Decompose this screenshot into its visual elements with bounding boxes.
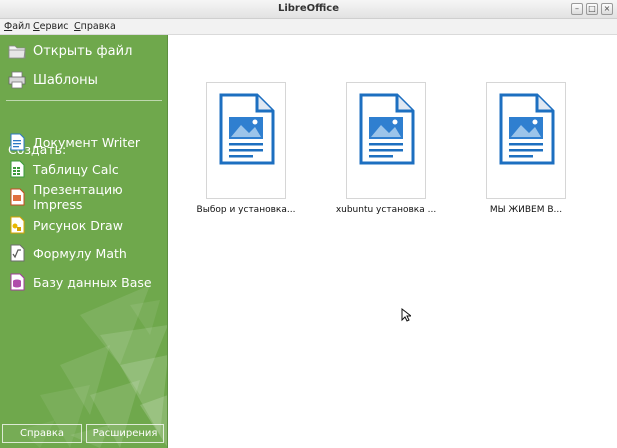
window-controls: – □ ×: [571, 3, 613, 15]
templates-button[interactable]: Шаблоны: [8, 70, 98, 90]
open-file-label: Открыть файл: [33, 43, 133, 59]
extensions-button[interactable]: Расширения: [86, 424, 164, 443]
create-math-label: Формулу Math: [33, 245, 127, 261]
maximize-button[interactable]: □: [586, 3, 598, 15]
recent-document-label: xubuntu установка ...: [335, 205, 437, 215]
recent-document-label: МЫ ЖИВЕМ В...: [489, 205, 563, 215]
sidebar-decoration: [20, 285, 168, 448]
document-thumbnail: [346, 82, 426, 199]
start-center-sidebar: Открыть файл Шаблоны Создать: Документ W…: [0, 35, 168, 448]
window-title: LibreOffice: [277, 3, 340, 14]
recent-document-tile[interactable]: [206, 82, 286, 199]
writer-document-icon: [359, 93, 415, 165]
create-writer-label: Документ Writer: [33, 134, 141, 150]
minimize-button[interactable]: –: [571, 3, 583, 15]
writer-document-icon: [499, 93, 555, 165]
recent-document-label: Выбор и установка...: [196, 205, 296, 215]
create-impress-label: Презентацию Impress: [33, 182, 123, 212]
title-bar: LibreOffice – □ ×: [0, 0, 617, 19]
close-button[interactable]: ×: [601, 3, 613, 15]
recent-document-tile[interactable]: [486, 82, 566, 199]
create-draw-label: Рисунок Draw: [33, 217, 123, 233]
sidebar-divider: [6, 100, 162, 101]
menu-bar: Файл Сервис Справка: [0, 19, 617, 35]
recent-documents-area: Выбор и установка... xubuntu установка .…: [168, 35, 617, 448]
base-icon: [10, 273, 25, 291]
templates-icon: [8, 71, 26, 89]
create-calc-button[interactable]: Таблицу Calc: [8, 159, 119, 179]
open-file-button[interactable]: Открыть файл: [8, 41, 132, 61]
create-impress-button[interactable]: Презентацию Impress: [8, 182, 168, 212]
calc-icon: [10, 160, 25, 178]
document-thumbnail: [206, 82, 286, 199]
create-math-button[interactable]: Формулу Math: [8, 243, 127, 263]
math-icon: [10, 244, 25, 262]
recent-document-tile[interactable]: [346, 82, 426, 199]
create-base-button[interactable]: Базу данных Base: [8, 272, 152, 292]
mouse-cursor-icon: [401, 308, 411, 322]
create-calc-label: Таблицу Calc: [33, 161, 119, 177]
menu-tools[interactable]: Сервис: [33, 21, 69, 32]
document-thumbnail: [486, 82, 566, 199]
folder-icon: [8, 45, 26, 59]
writer-icon: [10, 133, 25, 151]
writer-document-icon: [219, 93, 275, 165]
create-writer-button[interactable]: Документ Writer: [8, 132, 140, 152]
help-button[interactable]: Справка: [2, 424, 82, 443]
menu-help[interactable]: Справка: [74, 21, 116, 32]
draw-icon: [10, 216, 25, 234]
impress-icon: [10, 188, 25, 206]
create-draw-button[interactable]: Рисунок Draw: [8, 215, 123, 235]
menu-file[interactable]: Файл: [4, 21, 30, 32]
create-base-label: Базу данных Base: [33, 274, 152, 290]
templates-label: Шаблоны: [33, 72, 98, 88]
